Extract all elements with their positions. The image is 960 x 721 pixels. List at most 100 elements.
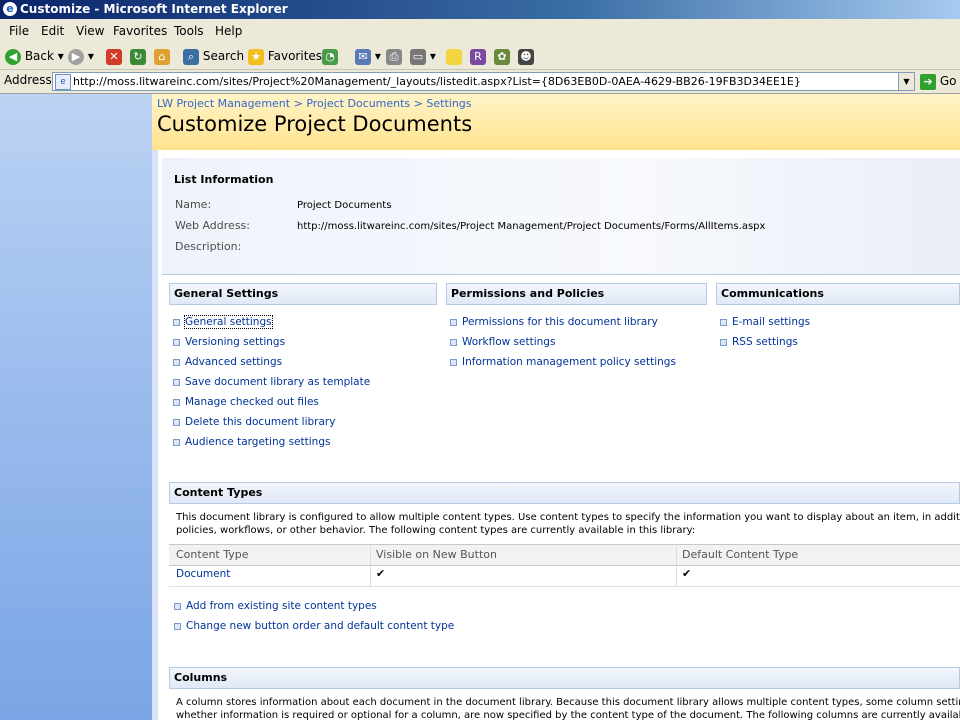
research-button[interactable]: R xyxy=(470,47,486,65)
person-icon: ☻ xyxy=(518,48,534,65)
permissions-heading: Permissions and Policies xyxy=(446,283,707,305)
permissions-link[interactable]: Permissions for this document library xyxy=(450,316,676,336)
print-button[interactable]: ⎙ xyxy=(386,47,402,65)
page-icon: e xyxy=(55,74,71,90)
description-label: Description: xyxy=(175,240,242,253)
breadcrumb-site-link[interactable]: LW Project Management xyxy=(157,97,290,110)
extra-button[interactable]: ☻ xyxy=(518,47,534,65)
refresh-button[interactable]: ↻ xyxy=(130,47,146,65)
edit-icon: ▭ xyxy=(410,48,426,65)
web-address-label: Web Address: xyxy=(175,219,250,232)
stop-button[interactable]: ✕ xyxy=(106,47,122,65)
content-types-description-2: policies, workflows, or other behavior. … xyxy=(176,525,696,536)
go-button[interactable]: ➔ Go xyxy=(920,72,956,90)
breadcrumb: LW Project Management > Project Document… xyxy=(157,97,472,110)
bullet-icon xyxy=(450,358,457,366)
workflow-settings-link[interactable]: Workflow settings xyxy=(450,336,676,356)
window-title: Customize - Microsoft Internet Explorer xyxy=(20,2,288,16)
refresh-icon: ↻ xyxy=(130,48,146,65)
bullet-icon xyxy=(720,318,727,326)
menu-view[interactable]: View xyxy=(76,24,104,38)
change-button-order-link[interactable]: Change new button order and default cont… xyxy=(174,620,454,640)
home-button[interactable]: ⌂ xyxy=(154,47,170,65)
back-button[interactable]: ◀ Back ▾ xyxy=(5,47,64,65)
bullet-icon xyxy=(173,398,180,406)
address-url: http://moss.litwareinc.com/sites/Project… xyxy=(73,75,801,88)
discuss-button[interactable] xyxy=(446,47,462,65)
history-icon: ◔ xyxy=(322,48,338,65)
menu-favorites[interactable]: Favorites xyxy=(113,24,167,38)
bullet-icon xyxy=(173,438,180,446)
table-divider xyxy=(169,586,960,587)
general-settings-heading: General Settings xyxy=(169,283,437,305)
versioning-settings-link[interactable]: Versioning settings xyxy=(173,336,370,356)
edit-button[interactable]: ▭ ▾ xyxy=(410,47,436,65)
messenger-icon: ✿ xyxy=(494,48,510,65)
forward-arrow-icon: ▶ xyxy=(68,48,84,65)
general-settings-link[interactable]: General settings xyxy=(173,315,370,336)
home-icon: ⌂ xyxy=(154,48,170,65)
rss-settings-link[interactable]: RSS settings xyxy=(720,336,810,356)
information-policy-link[interactable]: Information management policy settings xyxy=(450,356,676,376)
back-arrow-icon: ◀ xyxy=(5,48,21,65)
name-label: Name: xyxy=(175,198,212,211)
col-content-type: Content Type xyxy=(176,548,249,561)
general-settings-list: General settings Versioning settings Adv… xyxy=(173,315,370,456)
add-existing-content-types-link[interactable]: Add from existing site content types xyxy=(174,600,454,620)
bullet-icon xyxy=(174,602,181,610)
content-types-description-1: This document library is configured to a… xyxy=(176,512,960,523)
ie-logo-icon: e xyxy=(3,2,17,16)
page-title: Customize Project Documents xyxy=(157,112,473,136)
bullet-icon xyxy=(450,318,457,326)
col-default-content-type: Default Content Type xyxy=(682,548,799,561)
table-row: Document ✔ ✔ xyxy=(169,565,960,585)
content-left-border xyxy=(152,150,158,720)
delete-library-link[interactable]: Delete this document library xyxy=(173,416,370,436)
breadcrumb-separator: > xyxy=(413,97,423,110)
web-address-value: http://moss.litwareinc.com/sites/Project… xyxy=(297,221,766,232)
manage-checked-out-files-link[interactable]: Manage checked out files xyxy=(173,396,370,416)
menu-file[interactable]: File xyxy=(9,24,29,38)
save-as-template-link[interactable]: Save document library as template xyxy=(173,376,370,396)
go-arrow-icon: ➔ xyxy=(920,73,936,90)
content-types-table-header xyxy=(169,544,960,566)
bullet-icon xyxy=(173,378,180,386)
mail-icon: ✉ xyxy=(355,48,371,65)
columns-heading: Columns xyxy=(169,667,960,689)
breadcrumb-current: Settings xyxy=(426,97,472,110)
address-input[interactable]: e http://moss.litwareinc.com/sites/Proje… xyxy=(52,72,914,91)
menu-help[interactable]: Help xyxy=(215,24,242,38)
menu-tools[interactable]: Tools xyxy=(174,24,204,38)
default-check-icon: ✔ xyxy=(682,567,692,580)
communications-list: E-mail settings RSS settings xyxy=(720,316,810,356)
messenger-button[interactable]: ✿ xyxy=(494,47,510,65)
toolbar: ◀ Back ▾ ▶ ▾ ✕ ↻ ⌂ ⌕ Search ★ Favorites … xyxy=(0,43,960,70)
favorites-button[interactable]: ★ Favorites xyxy=(248,47,322,65)
bullet-icon xyxy=(173,318,180,326)
menu-edit[interactable]: Edit xyxy=(41,24,64,38)
search-icon: ⌕ xyxy=(183,48,199,65)
search-button[interactable]: ⌕ Search xyxy=(183,47,244,65)
address-bar: Address e http://moss.litwareinc.com/sit… xyxy=(0,70,960,94)
breadcrumb-library-link[interactable]: Project Documents xyxy=(306,97,410,110)
columns-description-1: A column stores information about each d… xyxy=(176,697,960,708)
menu-bar: File Edit View Favorites Tools Help xyxy=(0,19,960,44)
research-icon: R xyxy=(470,48,486,65)
bullet-icon xyxy=(173,418,180,426)
history-button[interactable]: ◔ xyxy=(322,47,338,65)
forward-button[interactable]: ▶ ▾ xyxy=(68,47,94,65)
address-label: Address xyxy=(4,73,52,87)
advanced-settings-link[interactable]: Advanced settings xyxy=(173,356,370,376)
bullet-icon xyxy=(720,338,727,346)
bullet-icon xyxy=(450,338,457,346)
bullet-icon xyxy=(173,338,180,346)
mail-button[interactable]: ✉ ▾ xyxy=(355,47,381,65)
printer-icon: ⎙ xyxy=(386,48,402,65)
content-types-links: Add from existing site content types Cha… xyxy=(174,600,454,640)
audience-targeting-link[interactable]: Audience targeting settings xyxy=(173,436,370,456)
name-value: Project Documents xyxy=(297,200,392,211)
address-dropdown-button[interactable]: ▼ xyxy=(898,72,915,91)
email-settings-link[interactable]: E-mail settings xyxy=(720,316,810,336)
content-type-document-link[interactable]: Document xyxy=(176,568,230,580)
window-title-bar: e Customize - Microsoft Internet Explore… xyxy=(0,0,960,19)
